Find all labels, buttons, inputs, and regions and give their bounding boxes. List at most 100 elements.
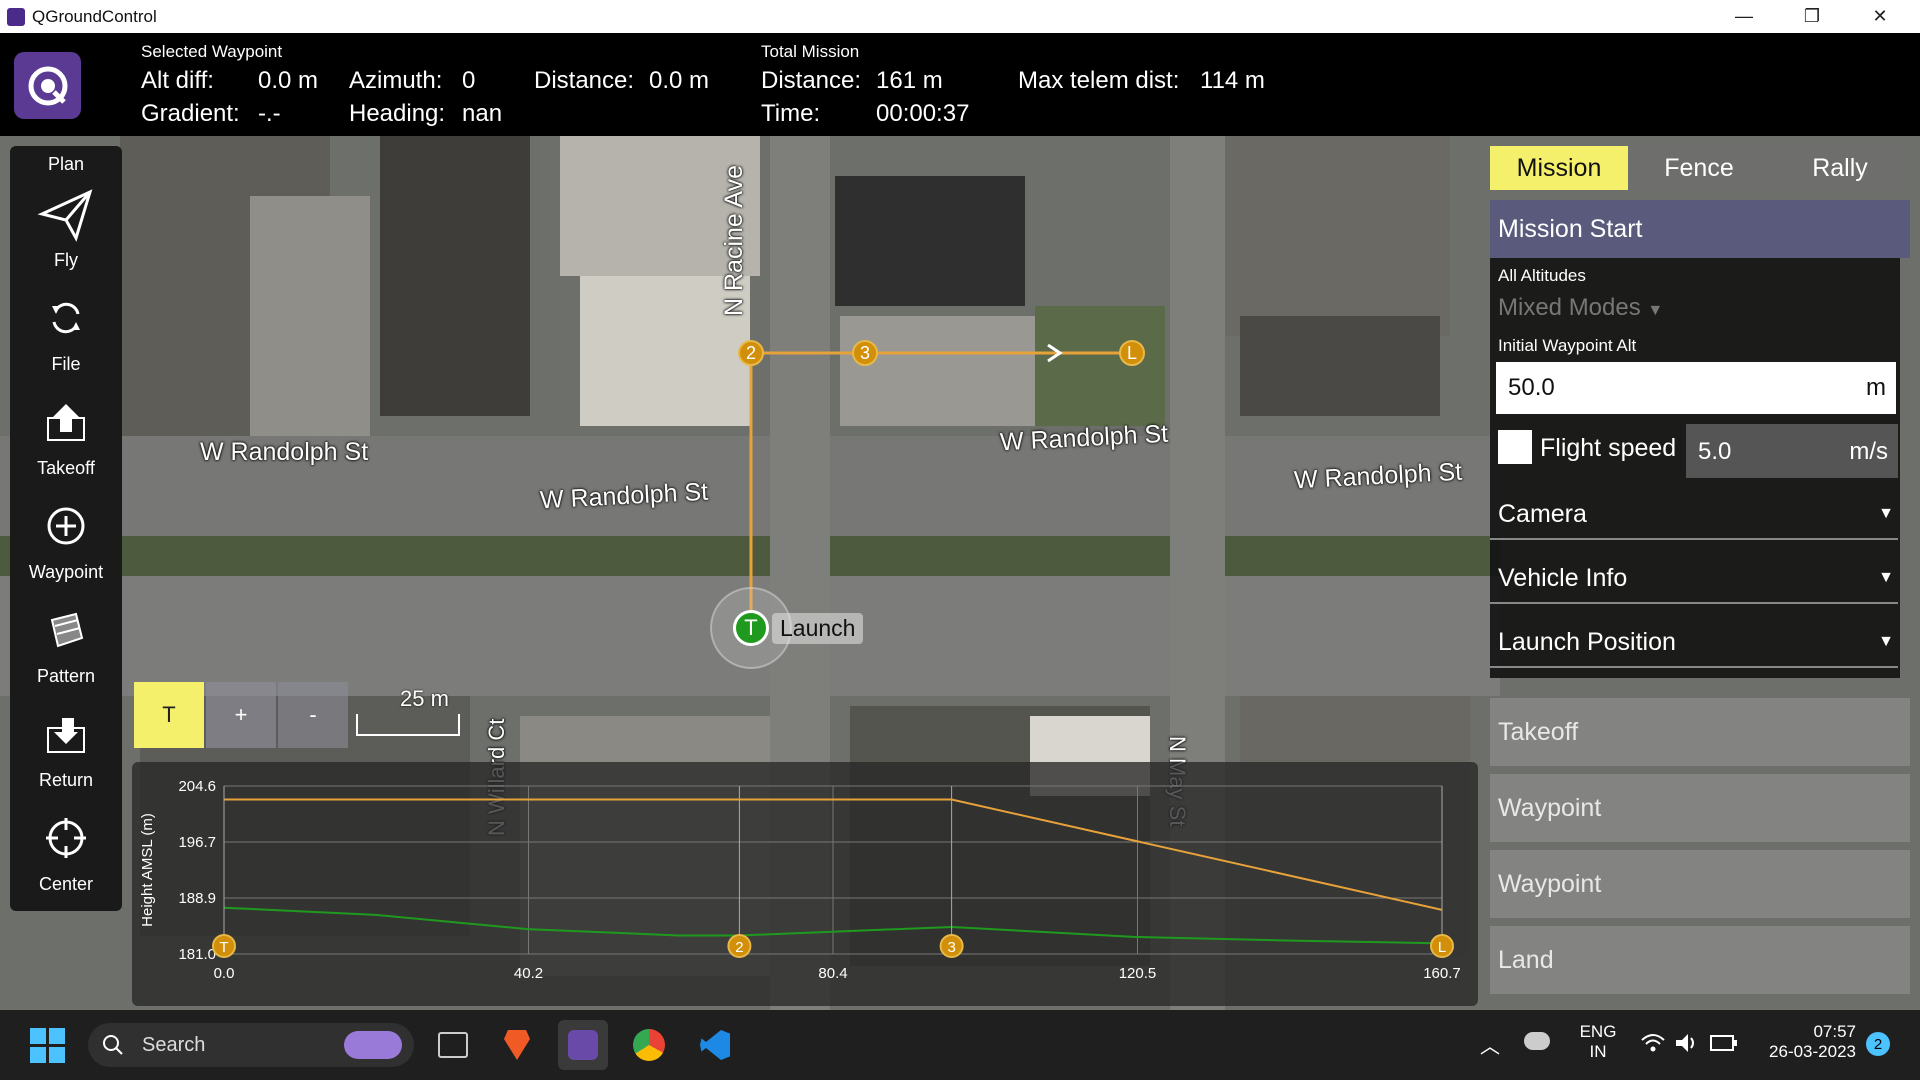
file-label: File: [51, 354, 81, 374]
mission-item-takeoff[interactable]: Takeoff: [1490, 698, 1910, 766]
waypoint-marker[interactable]: 2: [738, 340, 764, 366]
language-indicator[interactable]: ENG IN: [1578, 1022, 1618, 1062]
fly-label: Fly: [54, 250, 78, 270]
launch-marker[interactable]: T: [733, 610, 769, 646]
taskbar-search-box[interactable]: Search: [88, 1023, 414, 1067]
pattern-icon: [50, 612, 84, 648]
mission-start-header[interactable]: Mission Start: [1490, 200, 1910, 258]
show-hidden-icons[interactable]: ︿: [1480, 1030, 1500, 1059]
map-scale-bar: [356, 714, 460, 736]
mission-item-waypoint[interactable]: Waypoint: [1490, 774, 1910, 842]
azimuth-label: Azimuth:: [349, 67, 443, 94]
language-bottom: IN: [1589, 1042, 1607, 1061]
plan-toolbar: Selected Waypoint Alt diff: 0.0 m Azimut…: [0, 33, 1920, 136]
y-tick-label: 204.6: [178, 778, 216, 795]
x-tick-label: 80.4: [818, 965, 847, 982]
total-distance-label: Distance:: [761, 67, 862, 94]
qgc-logo-icon: [28, 66, 67, 105]
vehicle-info-section[interactable]: Vehicle Info ▼: [1490, 554, 1898, 604]
tab-rally[interactable]: Rally: [1770, 146, 1910, 190]
restore-button[interactable]: ❐: [1778, 0, 1846, 33]
notification-badge[interactable]: 2: [1866, 1032, 1890, 1056]
chart-waypoint-label: T: [219, 939, 228, 956]
y-tick-label: 188.9: [178, 890, 216, 907]
x-tick-label: 160.7: [1423, 965, 1461, 982]
mission-item-waypoint[interactable]: Waypoint: [1490, 850, 1910, 918]
mission-start-settings: All Altitudes Mixed Modes ▼ Initial Wayp…: [1490, 258, 1900, 678]
map-scale-label: 25 m: [400, 686, 449, 711]
return-label: Return: [38, 770, 94, 790]
flight-speed-field[interactable]: 5.0 m/s: [1686, 424, 1898, 478]
search-label: Search: [142, 1034, 206, 1056]
waypoint-label: Waypoint: [28, 562, 104, 582]
volume-icon[interactable]: [1674, 1032, 1698, 1054]
gradient-value: -.-: [258, 100, 281, 127]
onedrive-icon[interactable]: [1524, 1032, 1550, 1050]
altitude-mode-value: Mixed Modes: [1498, 294, 1641, 321]
task-view-icon[interactable]: [428, 1020, 478, 1070]
map-type-toggle[interactable]: T: [134, 682, 204, 748]
initial-wp-alt-field[interactable]: 50.0 m: [1496, 362, 1896, 414]
language-top: ENG: [1579, 1022, 1617, 1041]
chart-waypoint-label: 3: [947, 939, 955, 956]
tab-fence[interactable]: Fence: [1630, 146, 1768, 190]
camera-section[interactable]: Camera ▼: [1490, 490, 1898, 540]
takeoff-arrow-icon: [47, 404, 85, 441]
qgroundcontrol-taskbar-icon[interactable]: [558, 1020, 608, 1070]
clock[interactable]: 07:57 26-03-2023: [1760, 1022, 1856, 1062]
pattern-label: Pattern: [36, 666, 96, 686]
app-icon: [7, 8, 25, 26]
plan-header: Plan: [47, 154, 85, 174]
terrain-profile-chart: 204.6 196.7 188.9 181.0 0.0 40.2 80.4 120.5 160.…: [132, 762, 1478, 1006]
chart-waypoint-label: 2: [735, 939, 743, 956]
alt-diff-value: 0.0 m: [258, 67, 319, 94]
initial-wp-alt-value: 50.0: [1508, 374, 1555, 401]
land-marker[interactable]: L: [1119, 340, 1145, 366]
battery-icon[interactable]: [1710, 1034, 1738, 1052]
clock-time: 07:57: [1813, 1022, 1856, 1041]
takeoff-label: Takeoff: [37, 458, 95, 478]
terrain-chart-svg: 204.6 196.7 188.9 181.0 0.0 40.2 80.4 120.5 160.…: [139, 778, 1461, 982]
x-tick-label: 120.5: [1119, 965, 1157, 982]
windows-start-icon[interactable]: [30, 1028, 66, 1064]
azimuth-value: 0: [462, 67, 476, 94]
mission-item-land[interactable]: Land: [1490, 926, 1910, 994]
chrome-icon[interactable]: [624, 1020, 674, 1070]
vscode-icon[interactable]: [690, 1020, 740, 1070]
time-value: 00:00:37: [876, 100, 970, 127]
vehicle-info-section-label: Vehicle Info: [1498, 563, 1628, 592]
x-tick-label: 0.0: [214, 965, 235, 982]
qgc-logo-button[interactable]: [14, 52, 81, 119]
initial-wp-alt-unit: m: [1866, 374, 1886, 401]
search-highlight-image: [344, 1031, 402, 1059]
waypoint-marker[interactable]: 3: [852, 340, 878, 366]
x-tick-label: 40.2: [514, 965, 543, 982]
flight-speed-checkbox[interactable]: [1498, 430, 1532, 464]
tab-mission[interactable]: Mission: [1490, 146, 1628, 190]
title-bar: QGroundControl — ❐ ✕: [0, 0, 1920, 33]
y-axis-label: Height AMSL (m): [139, 813, 156, 927]
clock-date: 26-03-2023: [1769, 1042, 1856, 1061]
launch-position-section[interactable]: Launch Position ▼: [1490, 618, 1898, 668]
zoom-in-button[interactable]: +: [206, 682, 276, 748]
zoom-out-button[interactable]: -: [278, 682, 348, 748]
selected-waypoint-heading: Selected Waypoint: [141, 42, 283, 61]
sync-icon: [52, 302, 80, 334]
total-mission-heading: Total Mission: [761, 42, 860, 61]
heading-label: Heading:: [349, 100, 446, 127]
gradient-label: Gradient:: [141, 100, 240, 127]
max-telem-label: Max telem dist:: [1018, 67, 1180, 94]
plus-circle-icon: [47, 507, 85, 545]
altitude-mode-dropdown[interactable]: Mixed Modes ▼: [1498, 294, 1663, 322]
brave-browser-icon[interactable]: [492, 1020, 542, 1070]
chevron-down-icon: ▼: [1878, 633, 1894, 650]
minimize-button[interactable]: —: [1710, 0, 1778, 33]
return-icon: [47, 718, 85, 753]
plan-tool-strip: Plan Fly File Takeoff Waypoint Pattern R…: [10, 146, 122, 911]
close-button[interactable]: ✕: [1846, 0, 1914, 33]
initial-wp-alt-label: Initial Waypoint Alt: [1498, 336, 1637, 355]
wifi-icon[interactable]: [1640, 1032, 1666, 1054]
window-title: QGroundControl: [32, 7, 157, 26]
heading-value: nan: [462, 100, 503, 127]
chevron-down-icon: ▼: [1878, 569, 1894, 586]
